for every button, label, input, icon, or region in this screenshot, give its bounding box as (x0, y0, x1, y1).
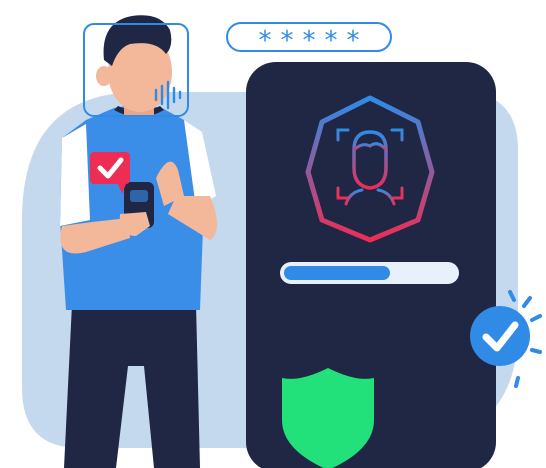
progress-fill (284, 266, 390, 280)
illustration-art (22, 15, 542, 468)
illustration: ***** (0, 0, 546, 468)
verification-progress-bar (280, 262, 459, 284)
password-field[interactable]: ***** (226, 22, 392, 56)
password-mask: ***** (258, 26, 369, 56)
